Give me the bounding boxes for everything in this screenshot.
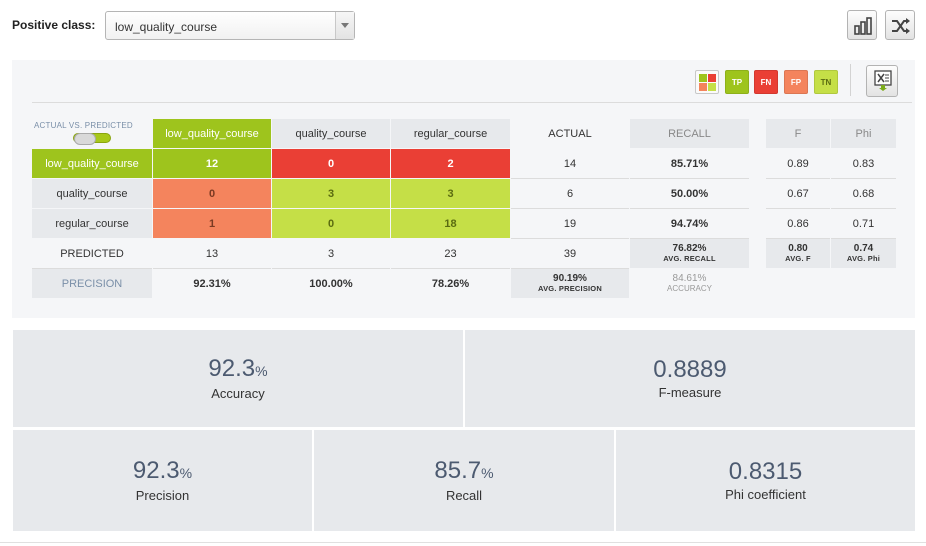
bottom-divider	[0, 542, 926, 543]
matrix-cell[interactable]: 0	[153, 179, 271, 208]
phi-kpi-value: 0.8315	[728, 458, 803, 485]
precision-kpi: 92.3% Precision	[13, 430, 312, 531]
recall-kpi-label: Recall	[445, 488, 483, 503]
positive-class-select[interactable]: low_quality_course	[105, 11, 355, 40]
accuracy-label: ACCURACY	[667, 283, 712, 293]
predicted-cell: 13	[153, 239, 271, 269]
matrix-cell[interactable]: 0	[272, 149, 390, 178]
recall-cell: 85.71%	[630, 149, 749, 179]
row-header[interactable]: regular_course	[32, 209, 152, 238]
avg-phi-cell: 0.74 AVG. Phi	[831, 239, 896, 268]
row-header[interactable]: low_quality_course	[32, 149, 152, 178]
precision-kpi-label: Precision	[135, 488, 190, 503]
fmeasure-kpi-label: F-measure	[658, 385, 722, 400]
accuracy-kpi: 92.3% Accuracy	[13, 330, 463, 427]
positive-class-value: low_quality_course	[115, 20, 218, 34]
accuracy-value: 84.61%	[672, 272, 707, 284]
avg-recall-value: 76.82%	[672, 242, 707, 254]
shuffle-button[interactable]	[885, 10, 915, 40]
f-cell: 0.86	[766, 209, 830, 239]
toggle-label: ACTUAL VS. PREDICTED	[34, 121, 133, 130]
accuracy-cell: 84.61% ACCURACY	[630, 269, 749, 298]
avg-recall-cell: 76.82% AVG. RECALL	[630, 239, 749, 268]
precision-cell: 100.00%	[309, 277, 353, 290]
confusion-matrix-panel: TP FN FP TN ACTUAL VS. PREDICTED low_qua…	[12, 60, 915, 318]
matrix-cell[interactable]: 3	[391, 179, 510, 208]
avg-recall-label: AVG. RECALL	[663, 253, 716, 263]
avg-f-value: 0.80	[788, 242, 808, 254]
precision-kpi-value: 92.3%	[132, 457, 193, 484]
fmeasure-kpi-value: 0.8889	[653, 356, 727, 383]
f-cell: 0.67	[766, 179, 830, 209]
legend-fp[interactable]: FP	[784, 70, 808, 94]
matrix-cell[interactable]: 1	[153, 209, 271, 238]
phi-cell: 0.83	[831, 149, 896, 179]
chevron-down-icon[interactable]	[335, 12, 354, 39]
predicted-cell: 23	[391, 239, 510, 269]
recall-cell: 94.74%	[630, 209, 749, 239]
recall-kpi: 85.7% Recall	[314, 430, 614, 531]
accuracy-kpi-value: 92.3%	[208, 355, 268, 382]
avg-precision-cell: 90.19% AVG. PRECISION	[511, 269, 629, 298]
f-header: F	[766, 119, 830, 148]
matrix-cell[interactable]: 2	[391, 149, 510, 178]
phi-cell: 0.68	[831, 179, 896, 209]
row-header[interactable]: quality_course	[32, 179, 152, 208]
matrix-cell[interactable]: 12	[153, 149, 271, 178]
avg-precision-label: AVG. PRECISION	[538, 283, 602, 293]
positive-class-label: Positive class:	[12, 18, 96, 32]
accuracy-kpi-label: Accuracy	[211, 386, 265, 401]
precision-cell: 78.26%	[431, 277, 470, 290]
recall-header: RECALL	[630, 119, 749, 148]
avg-f-label: AVG. F	[785, 253, 811, 263]
toolbar-divider-line	[32, 102, 912, 103]
actual-cell: 6	[511, 179, 629, 209]
phi-header: Phi	[831, 119, 896, 148]
shuffle-icon	[892, 18, 910, 34]
bar-chart-icon	[854, 17, 872, 35]
actual-cell: 19	[511, 209, 629, 239]
avg-phi-label: AVG. Phi	[846, 253, 881, 263]
excel-export-icon	[874, 70, 892, 91]
predicted-label: PREDICTED	[32, 239, 152, 269]
phi-kpi-label: Phi coefficient	[725, 487, 806, 502]
avg-f-cell: 0.80 AVG. F	[766, 239, 830, 268]
legend-fn[interactable]: FN	[754, 70, 778, 94]
precision-label: PRECISION	[32, 269, 152, 298]
precision-cell: 92.31%	[193, 277, 231, 290]
chart-view-button[interactable]	[847, 10, 877, 40]
legend-tp[interactable]: TP	[725, 70, 749, 94]
recall-cell: 50.00%	[630, 179, 749, 209]
recall-kpi-value: 85.7%	[434, 457, 494, 484]
total-cell: 39	[511, 239, 629, 269]
f-cell: 0.89	[766, 149, 830, 179]
actual-header: ACTUAL	[548, 127, 592, 140]
matrix-cell[interactable]: 0	[272, 209, 390, 238]
phi-kpi: 0.8315 Phi coefficient	[616, 430, 915, 531]
legend-tn[interactable]: TN	[814, 70, 838, 94]
matrix-cell[interactable]: 18	[391, 209, 510, 238]
column-header[interactable]: low_quality_course	[153, 119, 271, 148]
color-grid-icon[interactable]	[695, 70, 719, 94]
phi-cell: 0.71	[831, 209, 896, 239]
toolbar-divider	[850, 64, 851, 96]
export-excel-button[interactable]	[866, 65, 898, 97]
avg-phi-value: 0.74	[853, 242, 874, 254]
actual-cell: 14	[511, 149, 629, 179]
fmeasure-kpi: 0.8889 F-measure	[465, 330, 915, 427]
matrix-cell[interactable]: 3	[272, 179, 390, 208]
column-header[interactable]: regular_course	[391, 119, 510, 148]
actual-vs-predicted-toggle[interactable]	[73, 133, 111, 145]
column-header[interactable]: quality_course	[272, 119, 390, 148]
predicted-cell: 3	[272, 239, 390, 269]
avg-precision-value: 90.19%	[553, 272, 587, 284]
